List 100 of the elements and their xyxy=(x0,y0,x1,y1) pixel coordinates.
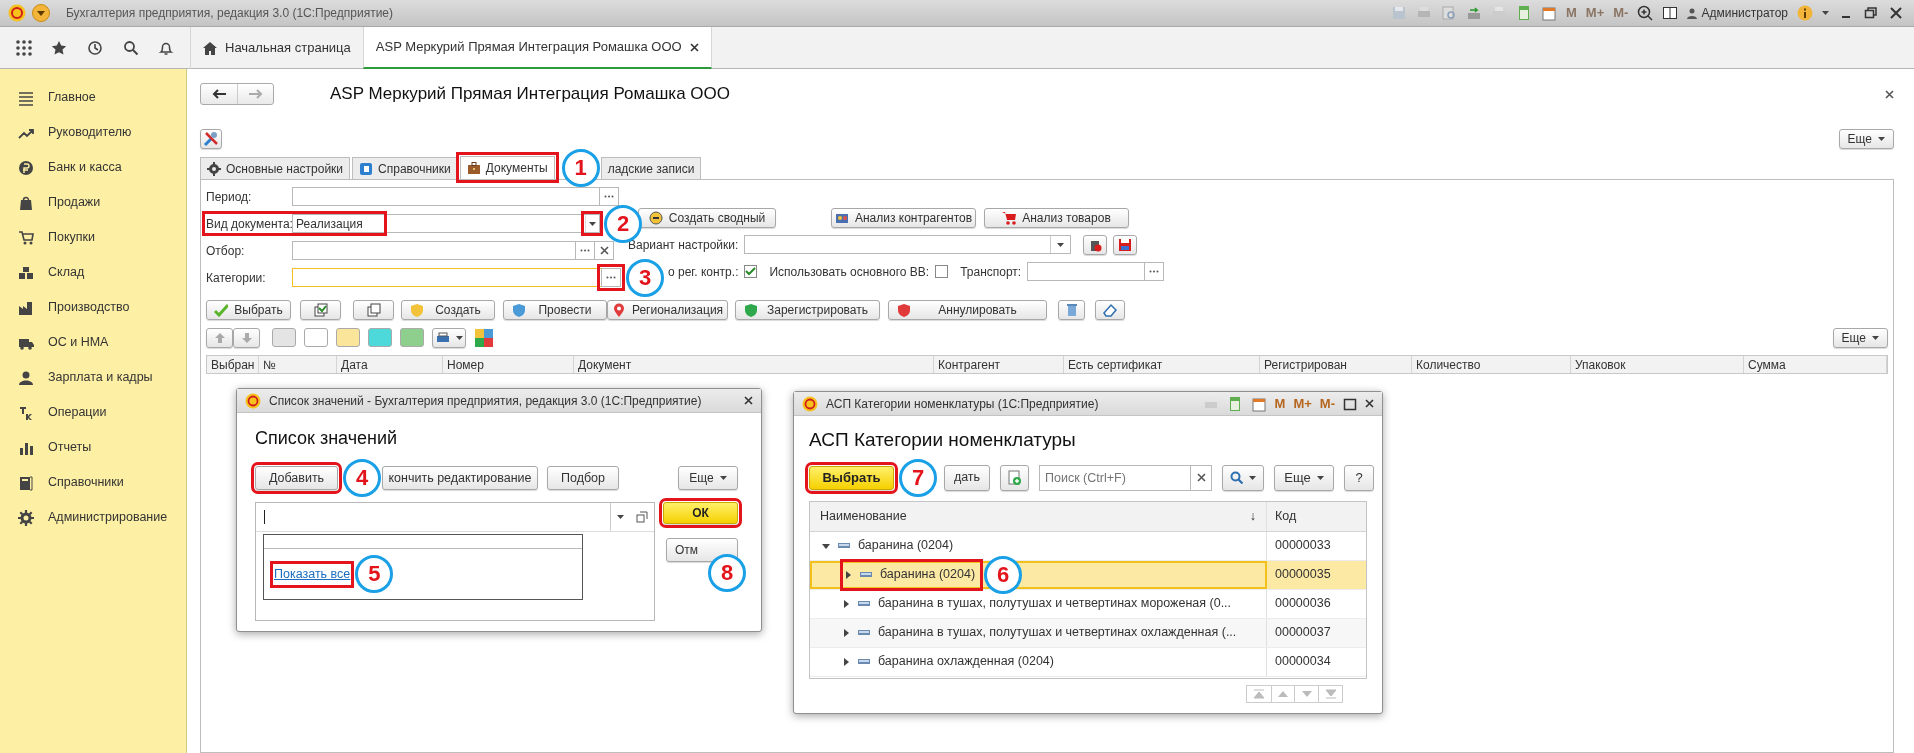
input-field[interactable] xyxy=(292,241,576,260)
action-button[interactable]: Провести xyxy=(503,300,607,320)
expand-arrow-icon[interactable] xyxy=(844,570,852,579)
star-icon[interactable] xyxy=(51,39,68,56)
tree-row[interactable]: баранина охлажденная (0204) 00000034 xyxy=(810,647,1366,677)
action-button[interactable]: Регионализация xyxy=(607,300,728,320)
collapse-arrow-icon[interactable] xyxy=(822,541,830,550)
search-button[interactable] xyxy=(1222,464,1264,491)
sidebar-item[interactable]: Справочники xyxy=(48,473,124,492)
checkbox[interactable] xyxy=(744,265,758,278)
open-tab[interactable]: Начальная страница xyxy=(190,27,363,69)
restore-icon[interactable] xyxy=(1863,5,1879,21)
action-button[interactable]: Создать xyxy=(401,300,495,320)
action-button[interactable] xyxy=(353,300,394,320)
close-icon[interactable] xyxy=(1365,399,1374,408)
section-icon[interactable] xyxy=(18,159,34,176)
action-button[interactable] xyxy=(1095,300,1125,320)
section-icon[interactable] xyxy=(18,229,34,246)
add-button[interactable] xyxy=(1000,464,1029,491)
input-field[interactable] xyxy=(292,187,600,206)
more-button[interactable]: Еще xyxy=(678,466,738,490)
section-icon[interactable] xyxy=(18,369,34,386)
calendar-icon[interactable] xyxy=(1541,5,1557,21)
form-tab[interactable]: Основные настройки xyxy=(200,157,351,179)
puzzle-icon[interactable] xyxy=(474,327,494,348)
expand-arrow-icon[interactable] xyxy=(842,599,850,608)
toolbar-button[interactable]: Подбор xyxy=(547,466,619,490)
report-button[interactable]: Анализ товаров xyxy=(984,207,1129,228)
section-icon[interactable] xyxy=(18,89,34,106)
more-button[interactable]: Еще xyxy=(1838,129,1894,149)
help-button[interactable]: ? xyxy=(1344,464,1374,491)
form-tab[interactable]: ладские записи xyxy=(600,157,702,179)
sidebar-item[interactable]: Главное xyxy=(48,88,96,107)
sidebar-item[interactable]: Склад xyxy=(48,263,85,282)
action-button[interactable]: Аннулировать xyxy=(888,300,1047,320)
search-field[interactable]: Поиск (Ctrl+F) xyxy=(1039,464,1191,491)
report-button[interactable]: Создать сводный xyxy=(638,207,776,228)
close-icon[interactable] xyxy=(744,396,753,405)
color-swatch[interactable] xyxy=(272,328,296,347)
more-button[interactable]: Еще xyxy=(1832,327,1888,348)
checkbox[interactable] xyxy=(935,265,949,278)
section-icon[interactable] xyxy=(18,299,34,316)
create-button[interactable]: дать xyxy=(944,464,990,491)
section-icon[interactable] xyxy=(18,404,34,421)
info-icon[interactable] xyxy=(1797,5,1813,21)
sidebar-item[interactable]: ОС и НМА xyxy=(48,333,109,352)
sidebar-item[interactable]: Продажи xyxy=(48,193,101,212)
color-swatch[interactable] xyxy=(336,328,360,347)
sidebar-item[interactable]: Отчеты xyxy=(48,438,92,457)
clear-button[interactable] xyxy=(1190,464,1212,491)
zoom-icon[interactable] xyxy=(1637,5,1654,21)
color-swatch[interactable] xyxy=(368,328,392,347)
input-field[interactable] xyxy=(256,503,654,532)
tools-button[interactable] xyxy=(200,129,222,149)
action-button[interactable] xyxy=(300,300,341,320)
delete-settings-button[interactable] xyxy=(1083,234,1108,255)
calendar-icon[interactable] xyxy=(1250,395,1267,412)
toolbar-button[interactable]: кончить редактирование xyxy=(382,466,538,490)
input-field[interactable] xyxy=(1027,262,1146,281)
action-button[interactable]: Выбрать xyxy=(206,300,291,320)
close-icon[interactable] xyxy=(1888,5,1904,21)
sidebar-item[interactable]: Операции xyxy=(48,403,107,422)
history-icon[interactable] xyxy=(87,39,103,56)
section-icon[interactable] xyxy=(18,264,34,281)
color-swatch[interactable] xyxy=(304,328,328,347)
expand-arrow-icon[interactable] xyxy=(842,628,850,637)
tree-row[interactable]: баранина в тушах, полутушах и четвертинах мороженая (0... 00000036 xyxy=(810,589,1366,619)
search-icon[interactable] xyxy=(122,39,139,56)
maximize-icon[interactable] xyxy=(1343,396,1357,411)
section-icon[interactable] xyxy=(18,474,34,491)
apps-icon[interactable] xyxy=(15,39,32,56)
close-icon[interactable] xyxy=(1885,89,1894,99)
tree-row[interactable]: баранина в тушах, полутушах и четвертинах охлажденная (... 00000037 xyxy=(810,618,1366,648)
section-icon[interactable] xyxy=(18,509,34,526)
more-button[interactable]: Еще xyxy=(1274,464,1334,491)
open-tab[interactable]: ASP Меркурий Прямая Интеграция Ромашка ООО xyxy=(362,27,712,69)
color-swatch[interactable] xyxy=(400,328,424,347)
sidebar-item[interactable]: Руководителю xyxy=(48,123,132,142)
sidebar-item[interactable]: Производство xyxy=(48,298,130,317)
open-form-icon[interactable] xyxy=(636,511,648,523)
dropdown-field[interactable] xyxy=(744,235,1072,254)
panel-icon[interactable] xyxy=(1662,5,1679,21)
section-icon[interactable] xyxy=(18,194,34,211)
sidebar-item[interactable]: Администрирование xyxy=(48,508,168,527)
action-button[interactable] xyxy=(1058,300,1085,320)
action-button[interactable]: Зарегистрировать xyxy=(735,300,880,320)
sidebar-item[interactable]: Покупки xyxy=(48,228,95,247)
report-button[interactable]: Анализ контрагентов xyxy=(831,207,976,228)
clear-button[interactable] xyxy=(594,241,614,260)
menu-caret-icon[interactable] xyxy=(32,4,50,22)
print-button[interactable] xyxy=(432,327,466,348)
tree-row[interactable]: баранина (0204) 00000033 xyxy=(810,531,1366,561)
save-settings-button[interactable] xyxy=(1113,234,1138,255)
form-tab[interactable]: Справочники xyxy=(352,157,458,179)
cancel-button[interactable]: Отм xyxy=(666,538,738,562)
sidebar-item[interactable]: Зарплата и кадры xyxy=(48,368,153,387)
input-field[interactable] xyxy=(292,268,602,287)
user-name: Администратор xyxy=(1701,5,1788,22)
sidebar-item[interactable]: Банк и касса xyxy=(48,158,122,177)
expand-arrow-icon[interactable] xyxy=(842,657,850,666)
